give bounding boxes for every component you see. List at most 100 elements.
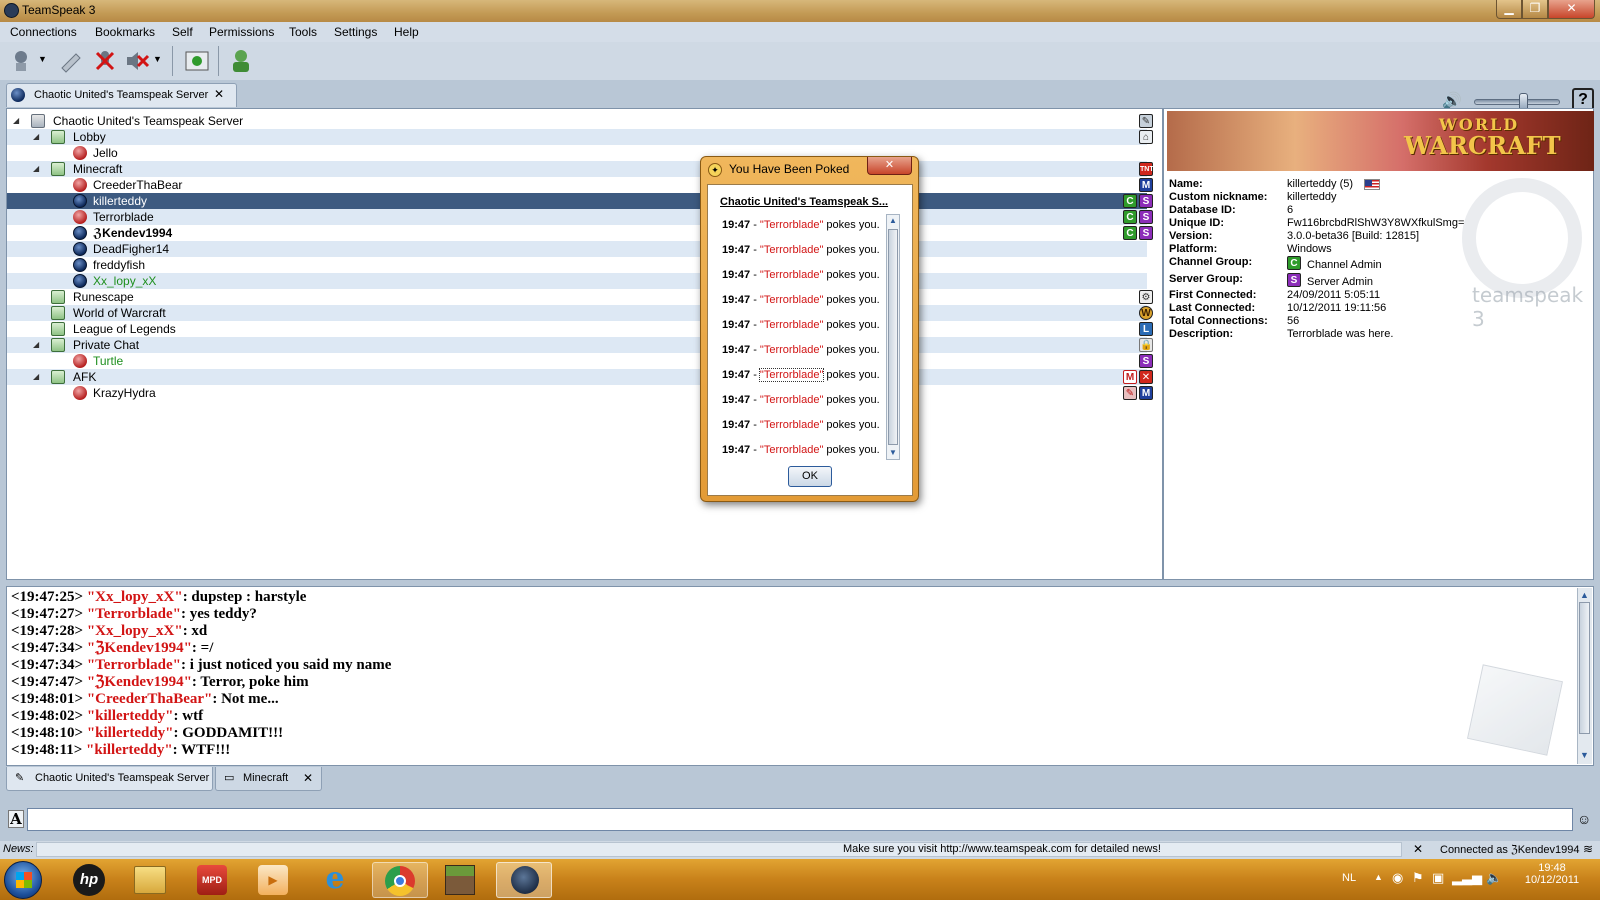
tree-channel-private[interactable]: ◢ Private Chat 🔒 (7, 337, 1153, 353)
chat-line: <19:48:11> "killerteddy": WTF!!! (11, 742, 231, 758)
close-window-button[interactable]: ✕ (1548, 0, 1595, 19)
tree-channel-wow[interactable]: World of Warcraft W (7, 305, 1153, 321)
collapse-icon[interactable]: ◢ (33, 165, 41, 173)
server-tab[interactable]: Chaotic United's Teamspeak Server ✕ (6, 83, 237, 107)
text-format-icon[interactable]: A (8, 810, 24, 828)
poke-list-scrollbar[interactable]: ▲ ▼ (886, 214, 900, 460)
client-muted-icon (73, 386, 87, 400)
windows-logo-icon (16, 872, 32, 888)
channel-name: AFK (73, 370, 97, 384)
tree-client-terrorblade[interactable]: Terrorblade C S (7, 209, 1153, 225)
tree-channel-minecraft[interactable]: ◢ Minecraft TNT (7, 161, 1154, 177)
dialog-close-button[interactable]: ✕ (867, 157, 912, 175)
server-tab-close-button[interactable]: ✕ (214, 87, 224, 101)
start-button[interactable] (4, 861, 42, 899)
tree-client-deadfigher[interactable]: DeadFigher14 (7, 241, 1147, 257)
muted-mic-icon: ✎ (1123, 386, 1137, 400)
tree-client-krazy[interactable]: KrazyHydra ✎ M (7, 385, 1153, 401)
mute-speakers-icon[interactable] (124, 48, 150, 74)
mute-microphone-icon[interactable] (92, 48, 118, 74)
taskbar-media-player-icon[interactable]: ▶ (258, 865, 288, 895)
info-value-cgroup: Channel Admin (1307, 259, 1382, 271)
menu-self[interactable]: Self (172, 25, 193, 39)
chat-tab-close-button[interactable]: ✕ (303, 767, 313, 789)
collapse-icon[interactable]: ◢ (33, 133, 41, 141)
poke-line: 19:47 - "Terrorblade" pokes you. (722, 269, 880, 281)
volume-slider-track[interactable] (1474, 99, 1560, 105)
language-indicator[interactable]: NL (1342, 872, 1356, 884)
chat-tab-minecraft[interactable]: ▭ Minecraft ✕ (215, 767, 322, 791)
show-hidden-icons[interactable]: ▲ (1374, 872, 1383, 882)
scroll-down-icon[interactable]: ▼ (889, 448, 897, 457)
menu-bookmarks[interactable]: Bookmarks (95, 25, 155, 39)
scroll-thumb[interactable] (888, 229, 898, 445)
tray-device-icon[interactable]: ▣ (1432, 870, 1444, 886)
taskbar-chrome-button[interactable] (372, 862, 428, 898)
minimize-button[interactable]: ▁ (1496, 0, 1522, 19)
menu-settings[interactable]: Settings (334, 25, 377, 39)
tree-client-freddy[interactable]: freddyfish (7, 257, 1147, 273)
moderator-badge: M (1139, 178, 1153, 192)
tree-client-lopy[interactable]: Xx_lopy_xX (7, 273, 1147, 289)
maximize-button[interactable]: ❐ (1522, 0, 1548, 19)
tray-network-icon[interactable]: ▂▃▅ (1452, 870, 1482, 886)
contacts-icon[interactable] (228, 48, 254, 74)
server-banner[interactable]: WORLD WARCRAFT (1167, 111, 1594, 171)
scroll-up-icon[interactable]: ▲ (889, 216, 897, 225)
tree-client-turtle[interactable]: Turtle S (7, 353, 1153, 369)
client-name: DeadFigher14 (93, 242, 170, 256)
info-value-sgroup: Server Admin (1307, 276, 1374, 288)
tree-client-kendev[interactable]: ℨKendev1994 C S (7, 225, 1153, 241)
chat-input[interactable] (27, 808, 1573, 831)
tray-volume-icon[interactable]: 🔈 (1486, 870, 1502, 886)
tnt-channel-icon: TNT (1139, 162, 1154, 176)
tree-client-jello[interactable]: Jello (7, 145, 1147, 161)
menu-help[interactable]: Help (394, 25, 419, 39)
taskbar-explorer-icon[interactable] (134, 866, 166, 894)
taskbar-mpd-icon[interactable]: MPD (197, 865, 227, 895)
menu-connections[interactable]: Connections (10, 25, 77, 39)
tree-client-creeder[interactable]: CreederThaBear M (7, 177, 1153, 193)
tree-channel-runescape[interactable]: Runescape ⚙ (7, 289, 1153, 305)
emoticon-icon[interactable]: ☺ (1577, 811, 1591, 827)
poke-icon: ✦ (708, 163, 722, 177)
info-label-dbid: Database ID: (1169, 204, 1236, 216)
tree-channel-lobby[interactable]: ◢ Lobby ⌂ (7, 129, 1153, 145)
taskbar-clock[interactable]: 19:48 10/12/2011 (1523, 862, 1581, 886)
disconnect-icon[interactable] (58, 48, 84, 74)
taskbar-minecraft-icon[interactable] (445, 865, 475, 895)
scroll-up-icon[interactable]: ▲ (1580, 590, 1589, 600)
info-label-desc: Description: (1169, 328, 1234, 340)
server-admin-badge: S (1139, 194, 1153, 208)
away-icon[interactable] (184, 48, 210, 74)
channel-name: Lobby (73, 130, 106, 144)
collapse-icon[interactable]: ◢ (33, 341, 41, 349)
taskbar-teamspeak-button[interactable] (496, 862, 552, 898)
collapse-icon[interactable]: ◢ (13, 117, 21, 125)
chat-tab-server[interactable]: ✎ Chaotic United's Teamspeak Server (6, 767, 213, 791)
tree-server-row[interactable]: ◢ Chaotic United's Teamspeak Server ✎ (7, 113, 1153, 129)
news-close-button[interactable]: ✕ (1413, 842, 1423, 856)
news-ticker[interactable] (36, 842, 1402, 857)
ok-button[interactable]: OK (788, 466, 832, 487)
chat-line: <19:47:28> "Xx_lopy_xX": xd (11, 623, 208, 639)
speakers-dropdown-icon[interactable]: ▼ (153, 54, 162, 64)
tray-teamspeak-icon[interactable]: ◉ (1392, 870, 1403, 886)
tree-client-killerteddy[interactable]: killerteddy C S (7, 193, 1153, 209)
chat-scrollbar[interactable]: ▲ ▼ (1577, 588, 1592, 764)
connect-icon[interactable] (10, 48, 36, 74)
scroll-thumb[interactable] (1579, 602, 1590, 734)
tree-channel-afk[interactable]: ◢ AFK M ✕ (7, 369, 1153, 385)
scroll-down-icon[interactable]: ▼ (1580, 750, 1589, 760)
taskbar-ie-icon[interactable]: e (319, 864, 351, 896)
connect-dropdown-icon[interactable]: ▼ (38, 54, 47, 64)
channel-icon (51, 338, 65, 352)
menu-permissions[interactable]: Permissions (209, 25, 274, 39)
tray-flag-icon[interactable]: ⚑ (1412, 870, 1424, 886)
client-name: CreederThaBear (93, 178, 183, 192)
menu-tools[interactable]: Tools (289, 25, 317, 39)
tree-channel-lol[interactable]: League of Legends L (7, 321, 1153, 337)
collapse-icon[interactable]: ◢ (33, 373, 41, 381)
wow-logo: WORLD WARCRAFT (1404, 115, 1561, 160)
taskbar-hp-icon[interactable]: hp (73, 864, 105, 896)
